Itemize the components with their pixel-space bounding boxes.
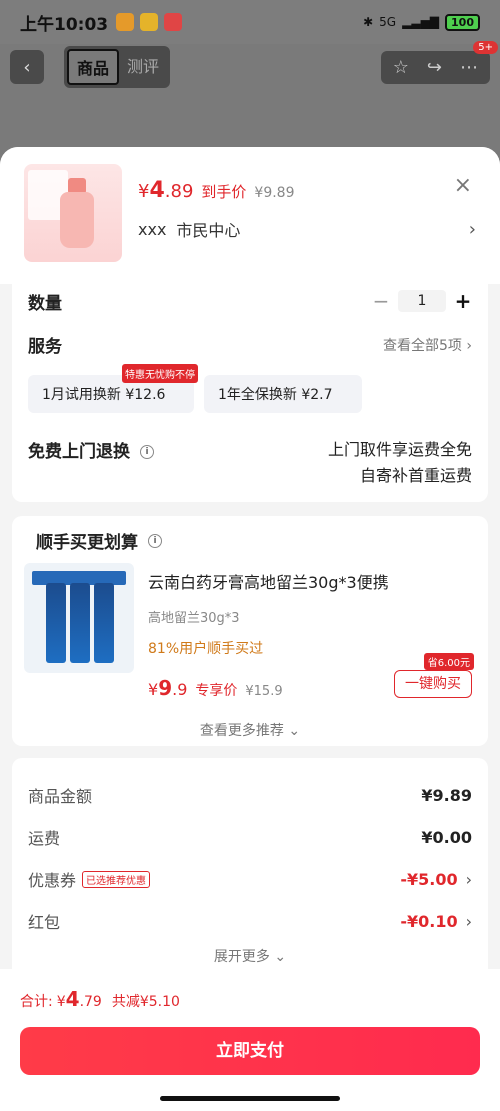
original-price: ¥9.89 — [254, 185, 295, 201]
return-line-2: 自寄补首重运费 — [359, 466, 472, 485]
service-option-1[interactable]: 1月试用换新 ¥12.6 特惠无忧购不停 — [28, 364, 198, 413]
recommend-thumbnail — [24, 563, 134, 673]
summary-row: 运费 ¥0.00 — [28, 827, 472, 849]
red-packet-row[interactable]: 红包 -¥0.10 › — [28, 900, 472, 942]
app-icon — [116, 13, 135, 31]
recommend-price: ¥9.9 — [148, 676, 188, 700]
signal-icon: ▂▃▅▇ — [402, 15, 440, 29]
service-options: 1月试用换新 ¥12.6 特惠无忧购不停 1年全保换新 ¥2.7 — [28, 364, 472, 413]
total-amount: ¥4.79 — [56, 987, 102, 1011]
expand-more-link[interactable]: 展开更多 ⌄ — [28, 946, 472, 966]
quantity-label: 数量 — [28, 293, 62, 314]
star-icon[interactable]: ☆ — [393, 57, 409, 78]
minus-button[interactable]: − — [372, 289, 390, 313]
shipping-amount: ¥0.00 — [421, 827, 472, 847]
info-icon[interactable]: i — [148, 533, 162, 548]
recommend-item[interactable]: 云南白药牙膏高地留兰30g*3便携 高地留兰30g*3 81%用户顺手买过 ¥9… — [24, 563, 476, 700]
battery-icon: 100 — [445, 13, 480, 31]
more-icon[interactable]: ⋯ — [460, 57, 478, 78]
bluetooth-icon: ✱ — [363, 15, 374, 29]
save-badge: 省6.00元 — [423, 653, 474, 670]
return-label: 免费上门退换 — [28, 442, 130, 462]
info-icon[interactable]: i — [140, 445, 154, 459]
app-icon-2 — [164, 13, 183, 31]
chevron-down-icon: ⌄ — [288, 723, 301, 739]
recommend-price-tag: 专享价 — [195, 683, 238, 699]
plus-button[interactable]: + — [454, 289, 472, 313]
goods-amount: ¥9.89 — [421, 785, 472, 805]
share-icon[interactable]: ↪ — [427, 57, 442, 78]
address-row[interactable]: xxx 市民中心 › — [138, 217, 476, 241]
recommend-card: 顺手买更划算 i 云南白药牙膏高地留兰30g*3便携 高地留兰30g*3 81%… — [12, 516, 488, 746]
tab-bar: 商品 测评 — [64, 46, 171, 88]
service-row: 服务 查看全部5项 › — [28, 332, 472, 357]
chevron-left-icon: ‹ — [23, 56, 31, 78]
total-label: 合计: — [20, 994, 53, 1010]
coupon-row[interactable]: 优惠券 已选推荐优惠 -¥5.00 › — [28, 858, 472, 900]
chevron-right-icon: › — [468, 218, 476, 240]
return-line-1: 上门取件享运费全免 — [327, 440, 472, 459]
recommend-item-subtitle: 高地留兰30g*3 — [148, 611, 240, 626]
quantity-value[interactable]: 1 — [398, 290, 446, 312]
home-indicator — [160, 1096, 340, 1101]
tab-review[interactable]: 测评 — [119, 49, 167, 85]
status-time: 上午10:03 — [20, 14, 109, 35]
address-text: 市民中心 — [176, 221, 241, 240]
tab-product[interactable]: 商品 — [67, 49, 120, 85]
close-icon[interactable]: × — [454, 173, 472, 198]
return-row: 免费上门退换 i 上门取件享运费全免 自寄补首重运费 — [28, 437, 472, 489]
top-nav: ‹ 商品 测评 ☆ ↪ ⋯ 5+ — [10, 40, 498, 88]
product-header: ¥4.89 到手价 ¥9.89 xxx 市民中心 › × — [0, 147, 500, 284]
recommend-original-price: ¥15.9 — [245, 684, 283, 699]
one-click-buy-button[interactable]: 一键购买 — [394, 670, 472, 698]
coupon-tag: 已选推荐优惠 — [82, 870, 151, 888]
total-saved: 共减¥5.10 — [111, 994, 180, 1010]
quantity-stepper: − 1 + — [372, 289, 472, 313]
nav-actions: ☆ ↪ ⋯ 5+ — [380, 40, 498, 84]
summary-card: 商品金额 ¥9.89 运费 ¥0.00 优惠券 已选推荐优惠 -¥5.00 › 红… — [12, 758, 488, 978]
checkout-sheet: ¥4.89 到手价 ¥9.89 xxx 市民中心 › × 数量 − 1 + 服务… — [0, 147, 500, 1111]
chevron-down-icon: ⌄ — [274, 949, 287, 965]
service-badge: 特惠无忧购不停 — [122, 364, 198, 383]
coupon-amount: -¥5.00 — [400, 869, 458, 889]
service-option-2[interactable]: 1年全保换新 ¥2.7 — [204, 375, 362, 413]
recommend-item-title: 云南白药牙膏高地留兰30g*3便携 — [148, 573, 389, 592]
quantity-row: 数量 − 1 + — [28, 284, 472, 318]
weibo-icon — [140, 13, 159, 31]
more-recommendations-link[interactable]: 查看更多推荐 ⌄ — [24, 720, 476, 740]
summary-row: 商品金额 ¥9.89 — [28, 785, 472, 807]
recommend-title: 顺手买更划算 — [36, 533, 138, 553]
red-packet-amount: -¥0.10 — [400, 911, 458, 931]
checkout-footer: 合计: ¥4.79 共减¥5.10 立即支付 — [0, 969, 500, 1111]
status-bar: 上午10:03 ✱ 5G ▂▃▅▇ 100 — [0, 0, 500, 44]
notification-badge: 5+ — [473, 40, 498, 54]
back-button[interactable]: ‹ — [10, 50, 44, 84]
price-tag: 到手价 — [201, 183, 247, 201]
pay-now-button[interactable]: 立即支付 — [20, 1027, 480, 1075]
view-all-services-link[interactable]: 查看全部5项 › — [383, 335, 472, 355]
network-label: 5G — [379, 15, 397, 29]
final-price: ¥4.89 — [138, 178, 194, 203]
chevron-right-icon: › — [465, 911, 472, 931]
options-card: 数量 − 1 + 服务 查看全部5项 › 1月试用换新 ¥12.6 特惠无忧购不… — [12, 284, 488, 502]
chevron-right-icon: › — [465, 869, 472, 889]
total-line: 合计: ¥4.79 共减¥5.10 — [0, 969, 500, 1029]
product-thumbnail — [24, 164, 122, 262]
address-prefix: xxx — [138, 219, 167, 239]
service-label: 服务 — [28, 337, 62, 357]
